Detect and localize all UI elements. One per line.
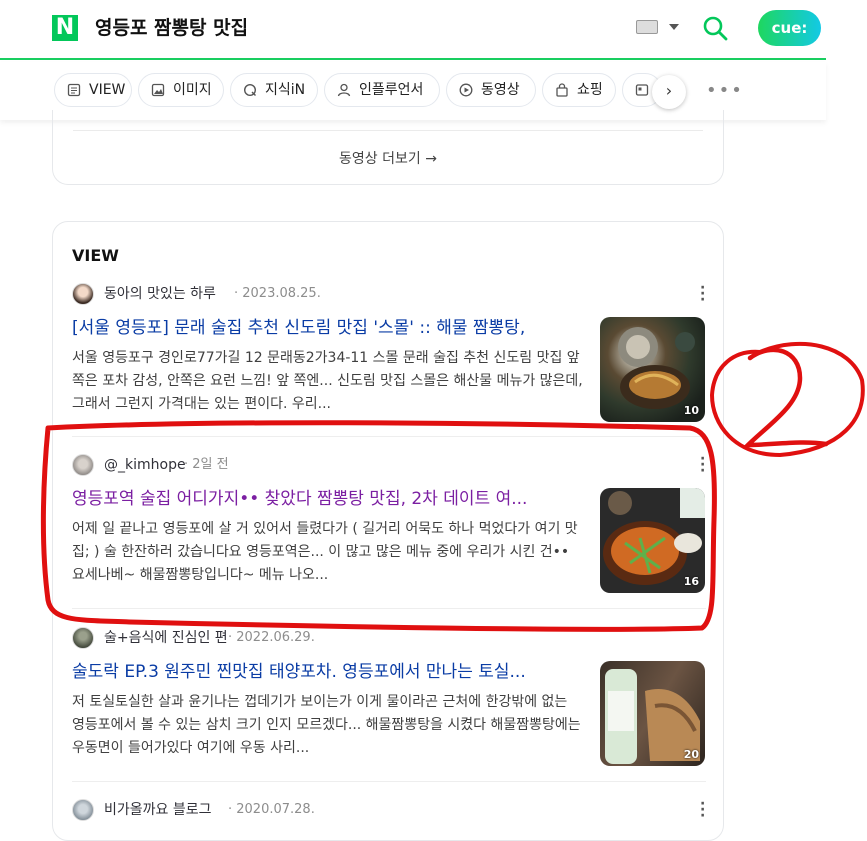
photo-count: 10 (683, 404, 699, 417)
tab-label: VIEW (89, 82, 126, 98)
tab-kin[interactable]: 지식iN (230, 73, 318, 107)
post-title[interactable]: 영등포역 술집 어디가지•• 찾았다 짬뽕탕 맛집, 2차 데이트 여... (72, 487, 572, 511)
section-title: VIEW (72, 246, 119, 265)
chevron-down-icon[interactable] (669, 24, 679, 30)
tab-image[interactable]: 이미지 (138, 73, 224, 107)
list-item: 동아의 맛있는 하루 · 2023.08.25. · · · [서울 영등포] 문래… (72, 281, 706, 423)
view-section: VIEW 동아의 맛있는 하루 · 2023.08.25. · · · [서울 영등… (52, 221, 724, 841)
play-icon (459, 83, 473, 97)
avatar[interactable] (72, 283, 94, 305)
tab-label: 동영상 (481, 82, 520, 98)
tabs-next-button[interactable]: › (652, 75, 686, 109)
post-thumbnail[interactable]: 20 (600, 661, 705, 766)
keyboard-icon[interactable] (636, 20, 658, 34)
tab-shopping[interactable]: 쇼핑 (542, 73, 616, 107)
author-name[interactable]: @_kimhope (104, 454, 186, 476)
divider (72, 436, 706, 437)
avatar[interactable] (72, 627, 94, 649)
post-title[interactable]: 술도락 EP.3 원주민 찐맛집 태양포차. 영등포에서 만나는 토실... (72, 660, 572, 684)
more-menu-icon[interactable]: ••• (706, 80, 744, 101)
more-video-link[interactable]: 동영상 더보기 → (53, 148, 723, 168)
post-date: · 2일 전 (184, 457, 229, 472)
divider (72, 608, 706, 609)
kebab-menu-icon[interactable]: · · · (700, 797, 705, 823)
photo-count: 20 (683, 748, 699, 761)
shopping-bag-icon (556, 83, 568, 97)
author-name[interactable]: 술+음식에 진심인 편 (104, 627, 228, 649)
kebab-menu-icon[interactable]: · · · (700, 281, 705, 307)
list-item: @_kimhope · 2일 전 · · · 영등포역 술집 어디가지•• 찾았다 … (72, 452, 706, 594)
naver-logo[interactable]: N (52, 15, 78, 41)
tab-label: 이미지 (173, 82, 212, 98)
image-icon (151, 83, 165, 97)
post-date: · 2020.07.28. (228, 802, 315, 817)
avatar[interactable] (72, 454, 94, 476)
search-icon[interactable] (701, 14, 729, 42)
tab-video[interactable]: 동영상 (446, 73, 536, 107)
tab-label: 인플루언서 (359, 82, 424, 98)
video-card: 동영상 더보기 → (52, 110, 724, 185)
news-icon (635, 84, 649, 96)
tab-view[interactable]: VIEW (54, 73, 132, 107)
document-icon (67, 83, 81, 97)
author-name[interactable]: 비가올까요 블로그 (104, 799, 212, 821)
tab-influencer[interactable]: 인플루언서 (324, 73, 440, 107)
post-date: · 2022.06.29. (228, 630, 315, 645)
post-thumbnail[interactable]: 10 (600, 317, 705, 422)
q-icon (243, 83, 257, 97)
post-date: · 2023.08.25. (234, 286, 321, 301)
tab-label: 쇼핑 (577, 82, 603, 98)
divider (73, 130, 703, 131)
photo-count: 16 (683, 575, 699, 588)
search-header: N 영등포 짬뽕탕 맛집 cue: (0, 0, 826, 60)
divider (72, 781, 706, 782)
post-snippet: 저 토실토실한 살과 윤기나는 껍데기가 보이는가 이게 물이라곤 근처에 한강… (72, 694, 581, 756)
post-thumbnail[interactable]: 16 (600, 488, 705, 593)
post-snippet: 서울 영등포구 경인로77가길 12 문래동2가34-11 스몰 문래 술집 추… (72, 350, 583, 412)
author-name[interactable]: 동아의 맛있는 하루 (104, 283, 216, 305)
list-item: 술+음식에 진심인 편 · 2022.06.29. 술도락 EP.3 원주민 찐… (72, 627, 706, 767)
post-title[interactable]: [서울 영등포] 문래 술집 추천 신도림 맛집 '스몰' :: 해물 짬뽕탕, (72, 316, 572, 340)
search-query[interactable]: 영등포 짬뽕탕 맛집 (95, 13, 248, 40)
avatar[interactable] (72, 799, 94, 821)
person-icon (337, 83, 351, 97)
tab-label: 지식iN (265, 82, 306, 98)
cue-button[interactable]: cue: (758, 10, 821, 46)
kebab-menu-icon[interactable]: · · · (700, 452, 705, 478)
post-snippet: 어제 일 끝나고 영등포에 살 거 있어서 들렸다가 ( 길거리 어묵도 하나 … (72, 521, 578, 583)
